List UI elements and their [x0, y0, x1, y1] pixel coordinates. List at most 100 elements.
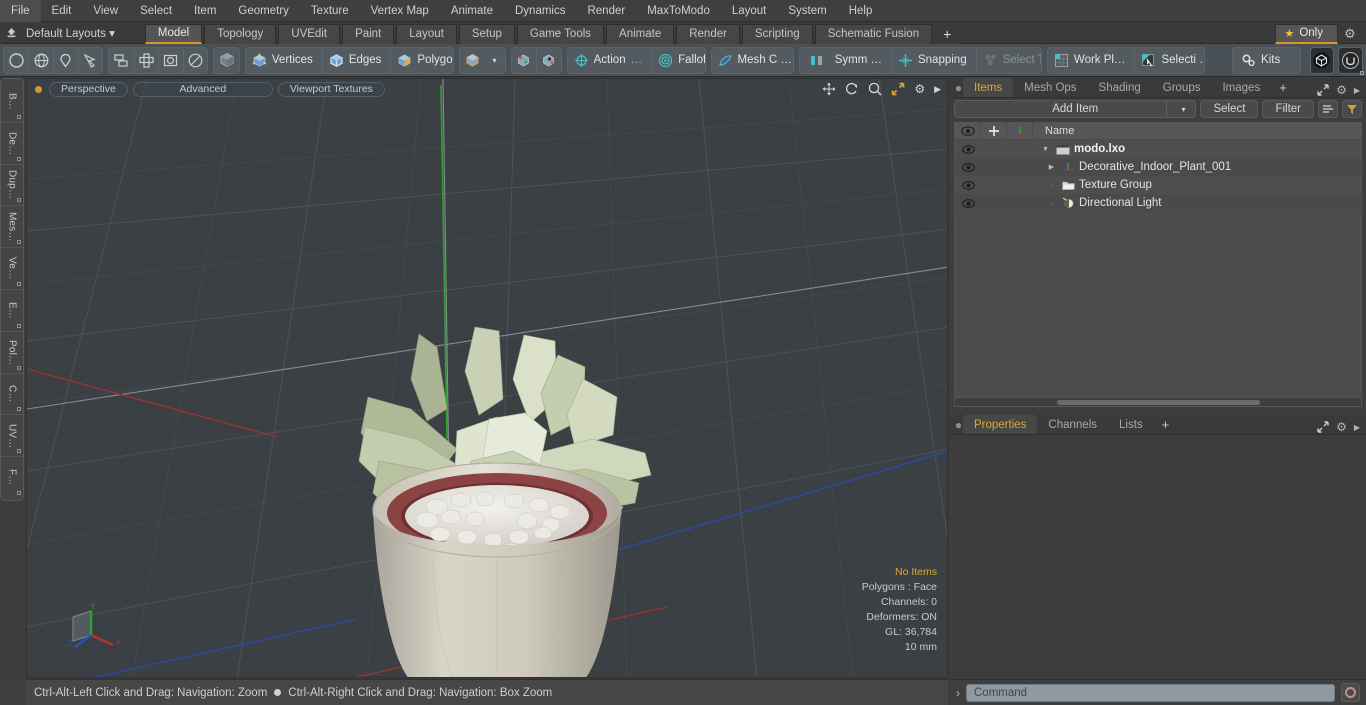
left-tab-duplicate[interactable]: Dup…: [1, 165, 23, 207]
rotate-icon[interactable]: [845, 82, 859, 96]
kits-button[interactable]: Kits: [1233, 48, 1364, 75]
pivot-auto-icon[interactable]: [536, 47, 561, 73]
tab-groups[interactable]: Groups: [1151, 78, 1212, 97]
ellipse-icon[interactable]: [182, 47, 208, 73]
lock-cell[interactable]: [981, 194, 1007, 212]
expander-icon[interactable]: ▶: [1045, 163, 1058, 171]
chevron-right-icon[interactable]: ▶: [1354, 423, 1360, 432]
center-icon[interactable]: [133, 47, 159, 73]
select-through-button[interactable]: Select T…: [975, 47, 1041, 73]
gear-icon[interactable]: ⚙: [1336, 420, 1347, 434]
items-tree-hscrollbar[interactable]: [955, 397, 1361, 406]
layout-preset-dropdown[interactable]: Default Layouts ▾: [22, 26, 123, 40]
circle-select-icon[interactable]: [4, 48, 28, 73]
selection-sets-button[interactable]: Selecti …: [1134, 47, 1364, 75]
menu-item-edit[interactable]: Edit: [41, 0, 83, 22]
axis-cell[interactable]: [1007, 140, 1033, 158]
mode-edges-button[interactable]: Edges: [321, 47, 391, 73]
items-tree-body[interactable]: ▼ modo.lxo ▶ Decorative_Indoor_Plant_001…: [955, 140, 1361, 397]
tab-scripting[interactable]: Scripting: [741, 23, 813, 44]
tab-shading[interactable]: Shading: [1087, 78, 1152, 97]
home-up-icon[interactable]: [0, 23, 22, 43]
left-tab-uv[interactable]: UV…: [1, 415, 23, 458]
panel-menu-dot-icon[interactable]: ●: [954, 416, 963, 434]
tab-layout[interactable]: Layout: [396, 23, 457, 44]
eye-icon[interactable]: [955, 144, 981, 154]
tab-properties[interactable]: Properties: [963, 415, 1038, 434]
filter-button[interactable]: Filter: [1262, 100, 1314, 118]
lasso-icon[interactable]: [53, 47, 78, 73]
select-button[interactable]: Select: [1200, 100, 1259, 118]
add-item-button[interactable]: Add Item ▾: [954, 100, 1197, 118]
record-circle-icon[interactable]: [1341, 683, 1360, 702]
tab-channels[interactable]: Channels: [1037, 415, 1109, 434]
paint-select-icon[interactable]: [77, 47, 103, 73]
lock-cell[interactable]: [981, 158, 1007, 176]
snapping-button[interactable]: Snapping: [890, 47, 976, 73]
mode-polygons-button[interactable]: Polygons: [390, 47, 453, 73]
left-tab-deform[interactable]: De…: [1, 123, 23, 165]
table-row[interactable]: ▶ Decorative_Indoor_Plant_001: [955, 158, 1361, 176]
left-tab-curve[interactable]: C…: [1, 374, 23, 416]
menu-item-select[interactable]: Select: [129, 0, 183, 22]
panel-menu-dot-icon[interactable]: ●: [954, 79, 963, 97]
menu-item-maxtomodo[interactable]: MaxToModo: [636, 0, 721, 22]
only-toggle-button[interactable]: ★ Only: [1275, 23, 1338, 44]
eye-icon[interactable]: [955, 162, 981, 172]
add-properties-tab-button[interactable]: +: [1153, 415, 1178, 434]
menu-item-render[interactable]: Render: [576, 0, 636, 22]
eye-icon[interactable]: [955, 180, 981, 190]
gear-icon[interactable]: ⚙: [914, 82, 925, 96]
command-input[interactable]: Command: [966, 683, 1335, 702]
mesh-constraint-button[interactable]: Mesh C …: [712, 48, 1364, 75]
tab-uvedit[interactable]: UVEdit: [278, 23, 341, 44]
menu-item-system[interactable]: System: [777, 0, 837, 22]
lock-cell[interactable]: [981, 140, 1007, 158]
menu-item-animate[interactable]: Animate: [440, 0, 504, 22]
menu-item-geometry[interactable]: Geometry: [227, 0, 300, 22]
scrollbar-thumb[interactable]: [1056, 400, 1260, 405]
left-tab-mesh-edit[interactable]: Mes…: [1, 206, 23, 249]
eye-icon[interactable]: [955, 198, 981, 208]
tab-schematic-fusion[interactable]: Schematic Fusion: [814, 23, 933, 44]
zoom-icon[interactable]: [868, 82, 882, 96]
viewport-canvas[interactable]: [27, 79, 948, 678]
menu-item-item[interactable]: Item: [183, 0, 227, 22]
tab-images[interactable]: Images: [1211, 78, 1272, 97]
menu-item-texture[interactable]: Texture: [300, 0, 360, 22]
globe-icon[interactable]: [28, 47, 53, 73]
tab-model[interactable]: Model: [144, 23, 203, 44]
viewport-3d[interactable]: Perspective Advanced Viewport Textures ⚙…: [26, 78, 948, 678]
left-tab-edge[interactable]: E…: [1, 290, 23, 332]
items-tree[interactable]: Name ▼ modo.lxo ▶ Decorative_Indoor_Plan…: [954, 122, 1362, 407]
left-tab-vertex[interactable]: Ve…: [1, 248, 23, 290]
tab-lists[interactable]: Lists: [1108, 415, 1154, 434]
expander-icon[interactable]: ▼: [1039, 146, 1052, 153]
left-tab-polygon[interactable]: Pol…: [1, 332, 23, 374]
bounding-box-icon[interactable]: [158, 47, 183, 73]
symmetry-button[interactable]: Symm …: [800, 48, 891, 73]
table-row[interactable]: ▼ modo.lxo: [955, 140, 1361, 158]
tab-render[interactable]: Render: [676, 23, 740, 44]
tab-animate[interactable]: Animate: [606, 23, 675, 44]
axis-cell[interactable]: [1007, 176, 1033, 194]
element-move-icon[interactable]: [109, 48, 133, 73]
item-mode-caret[interactable]: ▾: [485, 48, 505, 73]
menu-item-help[interactable]: Help: [838, 0, 884, 22]
tab-topology[interactable]: Topology: [204, 23, 277, 44]
modo-logo-icon[interactable]: [1309, 46, 1335, 74]
chevron-right-icon[interactable]: ▶: [1354, 86, 1360, 95]
viewport-projection-dropdown[interactable]: Perspective: [49, 81, 128, 97]
tab-mesh-ops[interactable]: Mesh Ops: [1013, 78, 1088, 97]
chevron-down-icon[interactable]: ▾: [1181, 105, 1185, 114]
tab-items[interactable]: Items: [963, 78, 1014, 97]
table-row[interactable]: · Directional Light: [955, 194, 1361, 212]
play-icon[interactable]: ▶: [934, 84, 941, 95]
expand-icon[interactable]: [1317, 84, 1329, 96]
gear-icon[interactable]: ⚙: [1336, 83, 1347, 97]
menu-item-layout[interactable]: Layout: [721, 0, 778, 22]
tab-paint[interactable]: Paint: [342, 23, 395, 44]
unreal-logo-icon[interactable]: [1338, 46, 1363, 74]
sort-icon[interactable]: [1318, 100, 1338, 118]
tab-game-tools[interactable]: Game Tools: [516, 23, 605, 44]
